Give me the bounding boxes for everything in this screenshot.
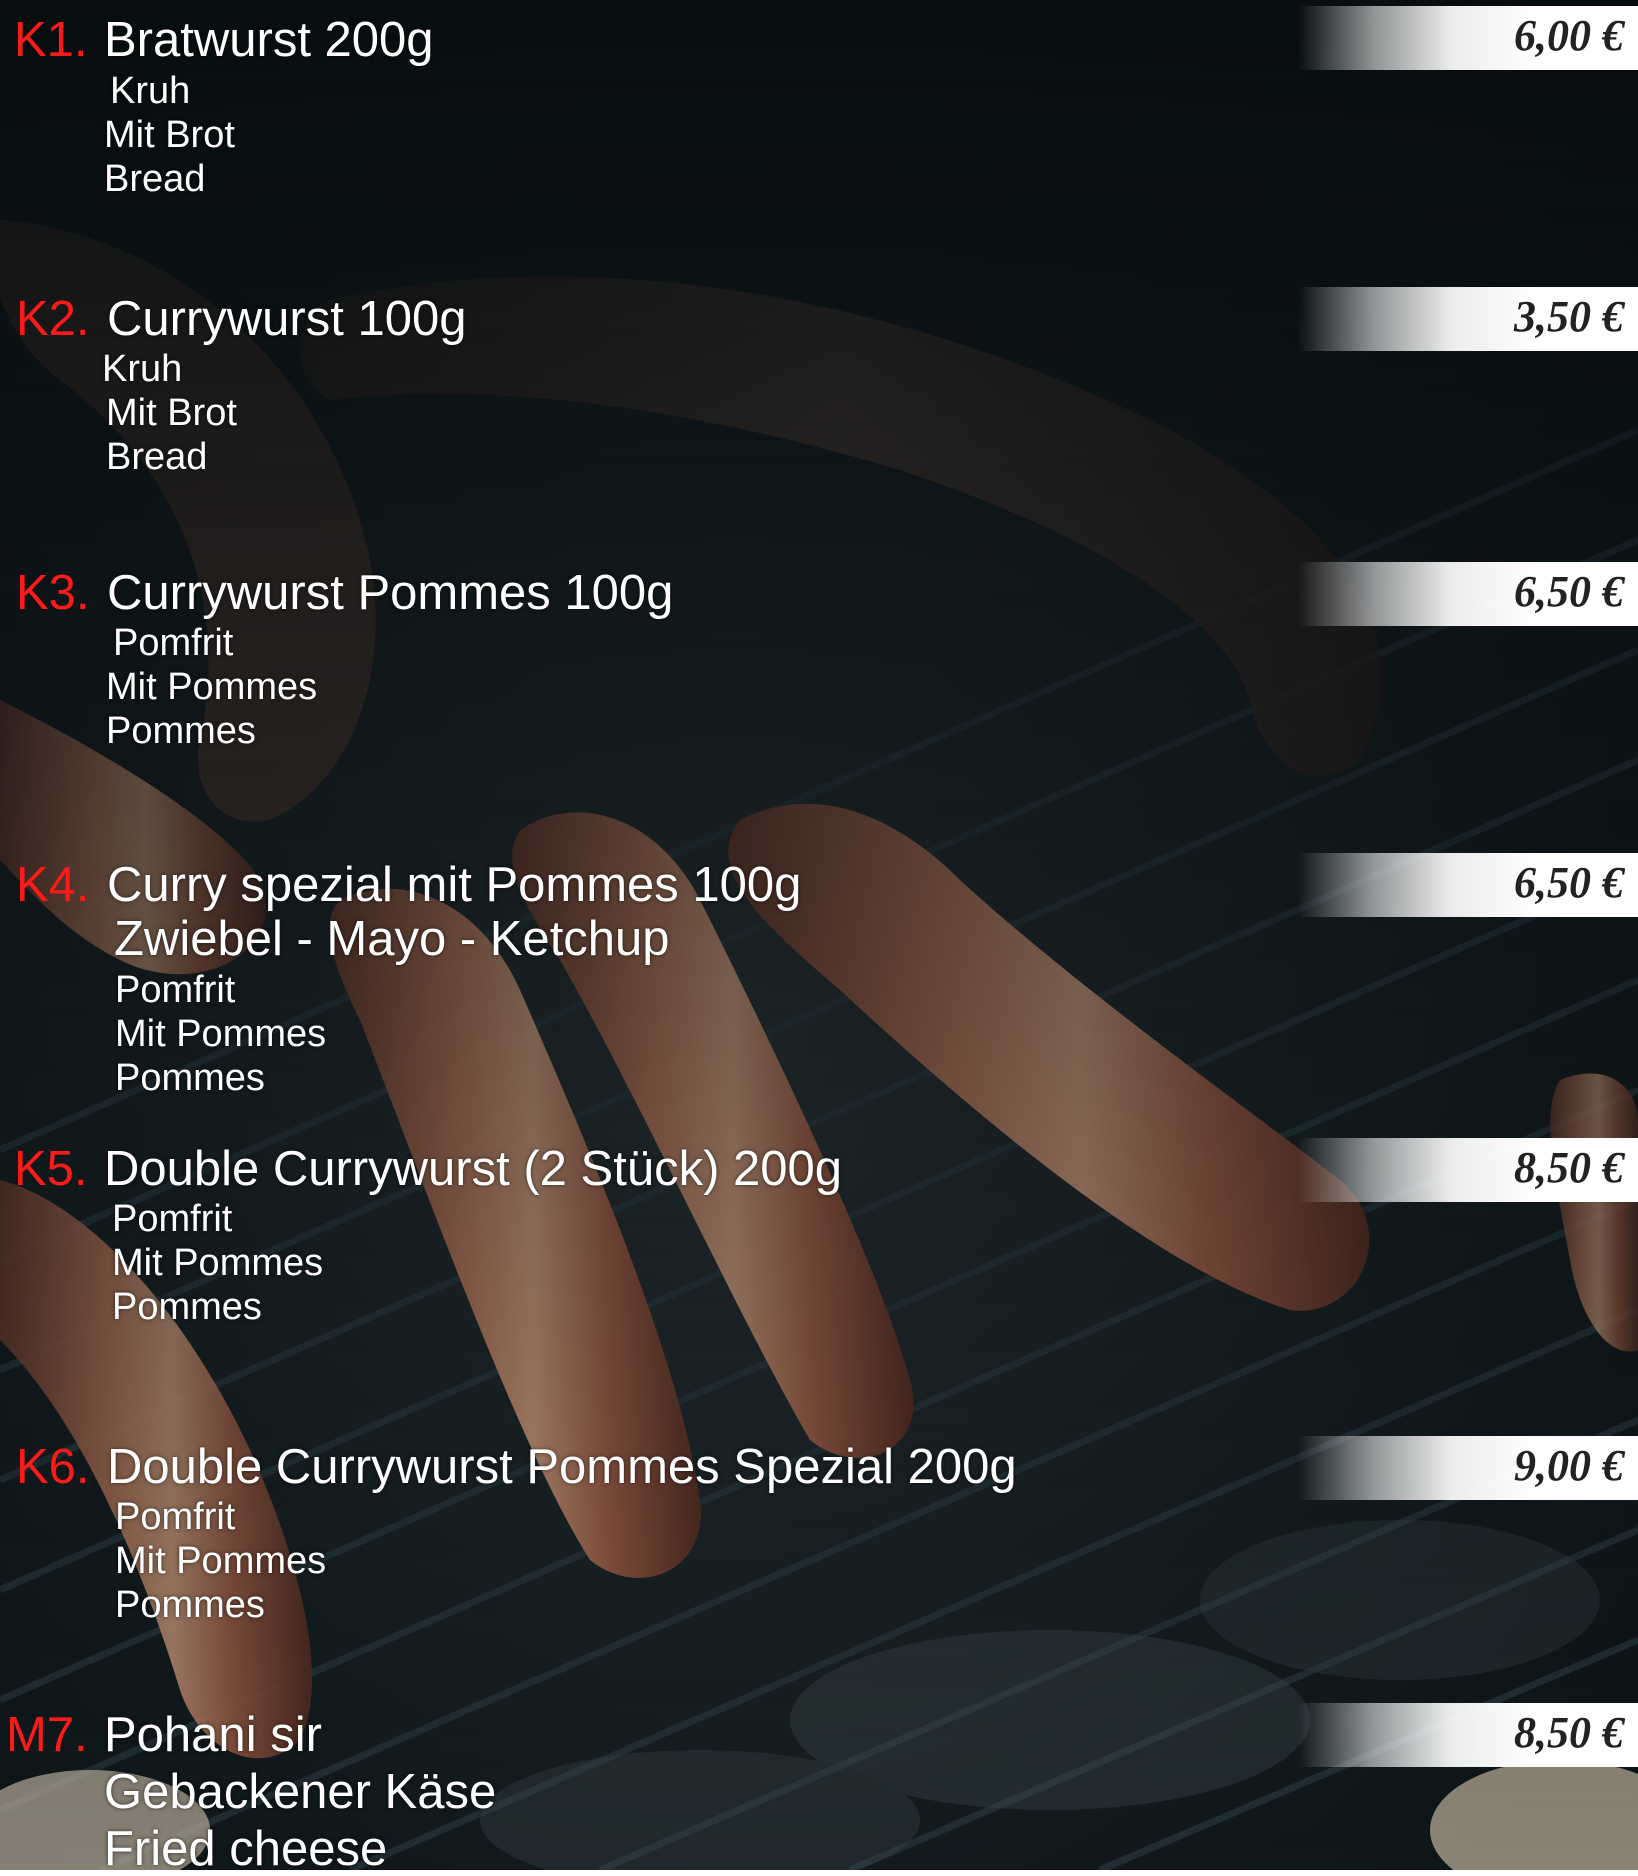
item-title: Pohani sir <box>104 1708 322 1762</box>
item-price: 3,50 € <box>1514 292 1624 341</box>
item-title: Currywurst 100g <box>107 292 467 346</box>
price-band: 8,50 € <box>1298 1138 1638 1202</box>
item-code: K3. <box>16 566 90 620</box>
item-line: Mit Brot <box>106 392 237 434</box>
item-code: M7. <box>6 1708 88 1762</box>
item-line: Mit Brot <box>104 114 235 156</box>
item-line: Fried cheese <box>104 1822 388 1876</box>
item-price: 8,50 € <box>1514 1143 1624 1192</box>
price-band: 6,50 € <box>1298 562 1638 626</box>
item-title: Currywurst Pommes 100g <box>107 566 674 620</box>
item-subtitle: Zwiebel - Mayo - Ketchup <box>114 912 670 966</box>
item-title: Bratwurst 200g <box>104 13 434 67</box>
item-title: Double Currywurst Pommes Spezial 200g <box>107 1440 1017 1494</box>
price-band: 3,50 € <box>1298 287 1638 351</box>
price-band: 9,00 € <box>1298 1436 1638 1500</box>
item-line: Kruh <box>102 348 183 390</box>
item-code: K5. <box>14 1142 88 1196</box>
item-line: Kruh <box>110 70 191 112</box>
item-code: K4. <box>16 858 90 912</box>
item-price: 6,00 € <box>1514 11 1624 60</box>
item-title: Double Currywurst (2 Stück) 200g <box>104 1142 843 1196</box>
item-code: K2. <box>16 292 90 346</box>
item-code: K6. <box>16 1440 90 1494</box>
item-line: Pomfrit <box>115 1496 236 1538</box>
item-line: Bread <box>104 158 206 200</box>
item-line: Gebackener Käse <box>104 1765 497 1819</box>
item-line: Pomfrit <box>115 969 236 1011</box>
item-line: Pommes <box>112 1286 262 1328</box>
item-line: Mit Pommes <box>115 1540 327 1582</box>
item-price: 6,50 € <box>1514 858 1624 907</box>
item-price: 6,50 € <box>1514 567 1624 616</box>
price-band: 6,00 € <box>1298 6 1638 70</box>
item-line: Mit Pommes <box>112 1242 324 1284</box>
price-band: 8,50 € <box>1298 1703 1638 1767</box>
item-line: Pomfrit <box>113 622 234 664</box>
item-line: Pommes <box>106 710 256 752</box>
item-line: Pomfrit <box>112 1198 233 1240</box>
price-band: 6,50 € <box>1298 853 1638 917</box>
item-line: Pommes <box>115 1584 265 1626</box>
item-line: Pommes <box>115 1057 265 1099</box>
item-price: 9,00 € <box>1514 1441 1624 1490</box>
item-line: Mit Pommes <box>115 1013 327 1055</box>
item-title: Curry spezial mit Pommes 100g <box>107 858 802 912</box>
item-price: 8,50 € <box>1514 1708 1624 1757</box>
item-line: Mit Pommes <box>106 666 318 708</box>
item-code: K1. <box>14 13 88 67</box>
item-line: Bread <box>106 436 208 478</box>
